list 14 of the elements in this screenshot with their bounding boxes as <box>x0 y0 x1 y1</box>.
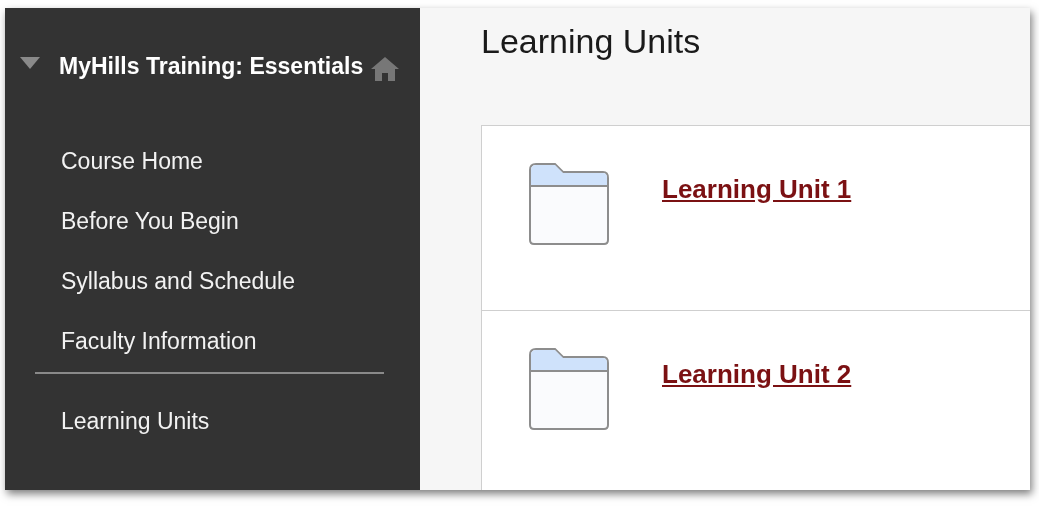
menu-link[interactable]: Syllabus and Schedule <box>61 266 420 326</box>
item-link[interactable]: Learning Unit 1 <box>662 174 852 205</box>
item-link[interactable]: Learning Unit 2 <box>662 359 852 390</box>
collapse-toggle[interactable] <box>19 56 41 70</box>
menu-link[interactable]: Before You Begin <box>61 206 420 266</box>
home-icon[interactable] <box>370 56 400 82</box>
menu-link[interactable]: Faculty Information <box>61 326 420 386</box>
course-title: MyHills Training: Essentials <box>59 52 365 81</box>
menu-link[interactable]: Course Home <box>61 146 420 206</box>
page-title: Learning Units <box>481 22 702 61</box>
triangle-icon <box>19 56 41 70</box>
menu-link[interactable]: Learning Units <box>61 406 420 466</box>
folder-icon <box>528 347 610 431</box>
folder-icon <box>528 162 610 246</box>
